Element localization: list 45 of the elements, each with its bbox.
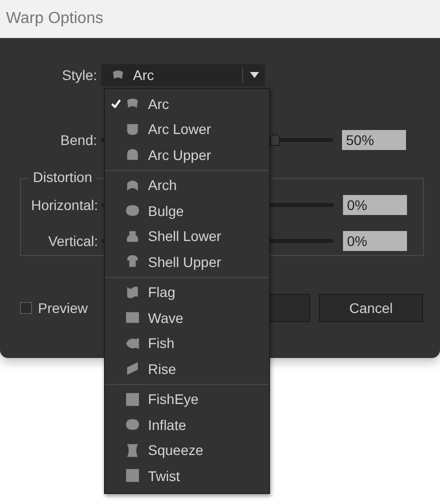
menu-item[interactable]: Squeeze xyxy=(105,438,269,463)
field-label: Horizontal: xyxy=(30,197,99,213)
warp-shape-icon xyxy=(111,68,125,82)
warp-shape-icon xyxy=(125,284,140,300)
preview-checkbox[interactable] xyxy=(20,302,32,314)
cancel-button[interactable]: Cancel xyxy=(319,294,423,322)
slider-thumb[interactable] xyxy=(270,134,280,146)
warp-shape-icon xyxy=(125,147,140,162)
menu-item[interactable]: Wave xyxy=(105,305,269,330)
menu-item[interactable]: Shell Upper xyxy=(105,249,269,274)
caret-icon xyxy=(250,72,259,78)
menu-item[interactable]: FishEye xyxy=(105,386,269,412)
warp-shape-icon xyxy=(125,361,140,376)
group-title: Distortion xyxy=(29,169,96,185)
preview-label: Preview xyxy=(38,300,88,316)
field-label: Vertical: xyxy=(47,233,99,249)
menu-item[interactable]: Shell Lower xyxy=(105,224,269,249)
warp-shape-icon xyxy=(125,336,140,351)
warp-shape-icon xyxy=(125,468,140,484)
window-title: Warp Options xyxy=(6,10,104,28)
bend-label: Bend: xyxy=(59,132,98,148)
warp-shape-icon xyxy=(125,203,140,218)
warp-shape-icon xyxy=(125,442,140,458)
menu-item[interactable]: Twist xyxy=(105,463,269,488)
menu-item[interactable]: Arc Lower xyxy=(105,116,269,142)
warp-shape-icon xyxy=(125,178,140,193)
warp-shape-icon xyxy=(125,392,140,407)
value-field[interactable]: 0% xyxy=(343,195,407,215)
warp-shape-icon xyxy=(125,310,140,326)
menu-item[interactable]: Arc Upper xyxy=(105,142,269,168)
menu-item[interactable]: Inflate xyxy=(105,412,269,438)
menu-item[interactable]: Arch xyxy=(105,172,269,198)
menu-item[interactable]: Flag xyxy=(105,280,269,305)
menu-item[interactable]: Arc xyxy=(105,91,269,116)
menu-item[interactable]: Bulge xyxy=(105,198,269,224)
warp-shape-icon xyxy=(125,228,140,244)
value-field[interactable]: 0% xyxy=(343,231,407,251)
warp-shape-icon xyxy=(125,122,140,137)
warp-shape-icon xyxy=(125,417,140,432)
menu-item[interactable]: Rise xyxy=(105,356,269,382)
style-label: Style: xyxy=(60,67,98,83)
bend-field[interactable]: 50% xyxy=(342,130,406,150)
menu-item[interactable]: Fish xyxy=(105,330,269,356)
style-dropdown[interactable]: Arc xyxy=(101,64,265,86)
warp-shape-icon xyxy=(125,254,140,270)
